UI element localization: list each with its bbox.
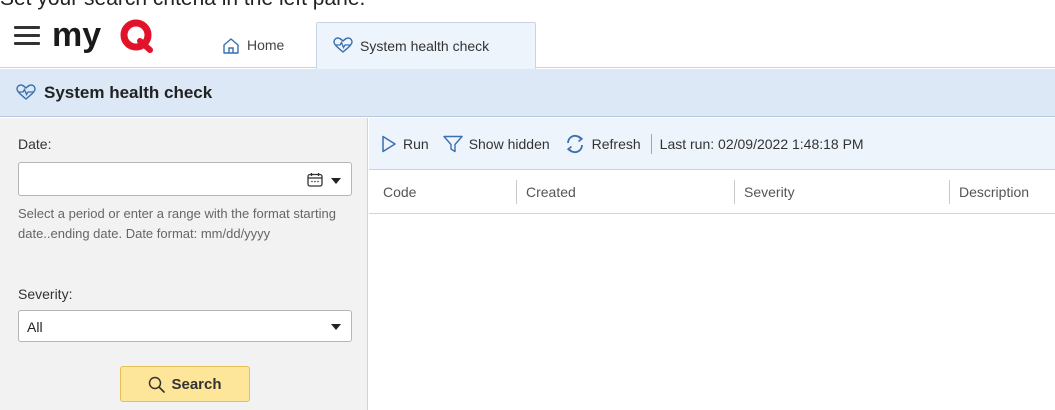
refresh-button[interactable]: Refresh (564, 134, 641, 154)
page-title: System health check (44, 82, 213, 102)
show-hidden-button[interactable]: Show hidden (442, 135, 550, 153)
column-header-description[interactable]: Description (959, 184, 1029, 200)
chevron-down-icon (331, 324, 341, 330)
date-label: Date: (18, 136, 52, 152)
run-button[interactable]: Run (381, 135, 429, 153)
column-header-code[interactable]: Code (383, 184, 416, 200)
tab-home[interactable]: Home (208, 22, 308, 68)
heart-pulse-icon (333, 37, 353, 53)
tab-home-label: Home (247, 37, 285, 53)
toolbar-divider (650, 133, 652, 154)
date-input[interactable] (18, 162, 352, 196)
search-button-label: Search (171, 375, 222, 393)
home-icon (223, 37, 239, 54)
refresh-button-label: Refresh (591, 135, 641, 152)
last-run-status: Last run: 02/09/2022 1:48:18 PM (659, 135, 864, 152)
instruction-caption: Set your search criteria in the left pan… (0, 0, 365, 10)
column-divider[interactable] (516, 180, 517, 204)
column-header-severity[interactable]: Severity (744, 184, 795, 200)
filter-icon (442, 135, 463, 152)
column-header-created[interactable]: Created (526, 184, 576, 200)
page-header: System health check (0, 69, 1055, 117)
heart-pulse-icon (16, 84, 36, 100)
date-format-hint: Select a period or enter a range with th… (18, 206, 336, 241)
tab-system-health-check-label: System health check (360, 37, 490, 54)
calendar-icon[interactable] (307, 172, 323, 187)
myq-logo: my (52, 16, 153, 54)
filter-panel: Date: Select a period or enter a range w… (0, 118, 368, 410)
search-icon (149, 376, 166, 393)
grid-header: Code Created Severity Description (369, 170, 1055, 214)
play-icon (382, 135, 396, 152)
tab-system-health-check[interactable]: System health check (316, 22, 536, 69)
results-panel: Run Show hidden Refresh Last run: 02/09/… (369, 118, 1055, 410)
refresh-icon (566, 134, 583, 153)
severity-label: Severity: (18, 286, 73, 302)
top-bar: my Home System health check (0, 10, 1055, 69)
menu-icon[interactable] (14, 24, 40, 46)
column-divider[interactable] (734, 180, 735, 204)
show-hidden-button-label: Show hidden (468, 135, 550, 152)
svg-text:my: my (52, 16, 101, 54)
column-divider[interactable] (949, 180, 950, 204)
chevron-down-icon[interactable] (331, 178, 341, 184)
run-button-label: Run (403, 135, 429, 152)
severity-selected-value: All (27, 319, 43, 335)
search-button[interactable]: Search (120, 366, 250, 402)
toolbar: Run Show hidden Refresh Last run: 02/09/… (369, 118, 1055, 170)
severity-select[interactable]: All (18, 310, 352, 342)
